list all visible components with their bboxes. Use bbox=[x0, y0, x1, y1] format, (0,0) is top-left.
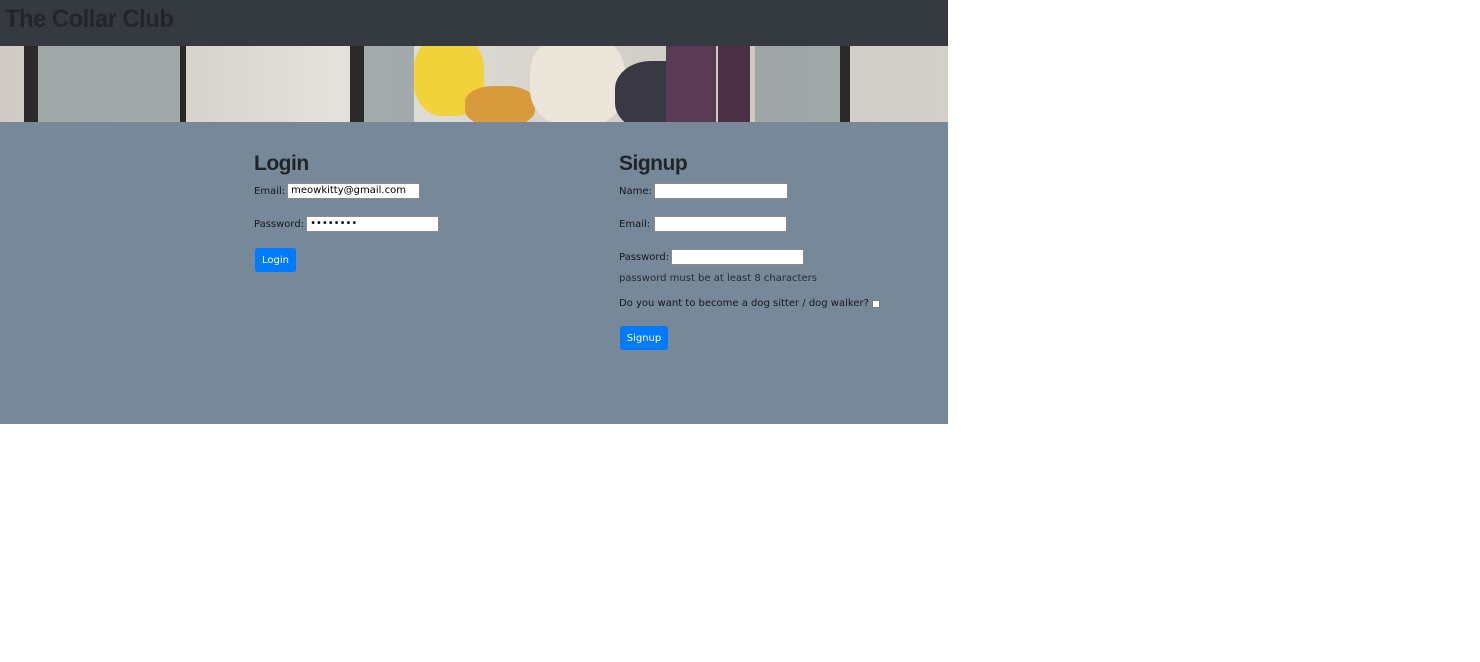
navbar: The Collar Club bbox=[0, 0, 948, 46]
signup-password-label: Password: bbox=[619, 251, 670, 263]
signup-button[interactable]: Signup bbox=[620, 326, 668, 350]
login-password-label: Password: bbox=[254, 218, 305, 230]
banner-image bbox=[0, 46, 948, 122]
password-hint: password must be at least 8 characters bbox=[619, 273, 817, 284]
signup-section: Signup bbox=[619, 152, 688, 176]
login-email-input[interactable]: meowkitty@gmail.com bbox=[287, 183, 421, 199]
signup-password-row: Password: bbox=[619, 249, 805, 265]
signup-heading: Signup bbox=[619, 152, 688, 175]
signup-name-input[interactable] bbox=[653, 183, 788, 199]
sitter-label: Do you want to become a dog sitter / dog… bbox=[619, 298, 869, 309]
brand-title[interactable]: The Collar Club bbox=[5, 5, 174, 34]
login-password-row: Password: •••••••• bbox=[254, 216, 440, 232]
signup-name-row: Name: bbox=[619, 183, 788, 199]
app-root: The Collar Club Login Email: meowkitty@g… bbox=[0, 0, 948, 424]
signup-name-label: Name: bbox=[619, 185, 652, 197]
login-section: Login bbox=[254, 152, 309, 176]
signup-email-row: Email: bbox=[619, 216, 788, 232]
signup-email-label: Email: bbox=[619, 218, 651, 230]
signup-email-input[interactable] bbox=[654, 216, 788, 232]
login-password-input[interactable]: •••••••• bbox=[306, 216, 440, 232]
sitter-row: Do you want to become a dog sitter / dog… bbox=[619, 298, 880, 309]
login-email-row: Email: meowkitty@gmail.com bbox=[254, 183, 421, 199]
login-email-label: Email: bbox=[254, 185, 286, 197]
auth-panel: Login Email: meowkitty@gmail.com Passwor… bbox=[0, 122, 948, 424]
signup-password-input[interactable] bbox=[671, 249, 805, 265]
login-heading: Login bbox=[254, 152, 309, 175]
sitter-checkbox[interactable] bbox=[871, 299, 880, 308]
login-button[interactable]: Login bbox=[255, 248, 296, 272]
